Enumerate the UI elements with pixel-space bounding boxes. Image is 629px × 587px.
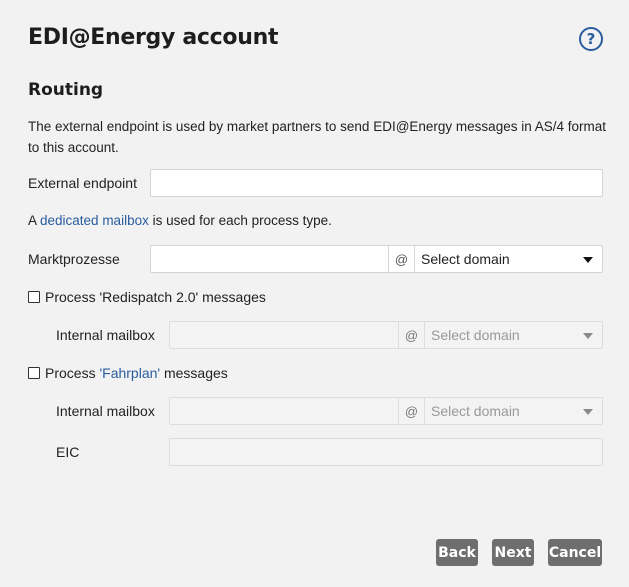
routing-description: The external endpoint is used by market … <box>28 119 606 155</box>
chevron-down-icon <box>583 409 593 415</box>
chevron-down-icon <box>583 257 593 263</box>
redispatch-checkbox[interactable] <box>28 291 40 303</box>
eic-label: EIC <box>56 444 80 460</box>
marktprozesse-domain-value: Select domain <box>421 251 510 267</box>
marktprozesse-at-symbol: @ <box>388 245 415 273</box>
fahrplan-checkbox-suffix: messages <box>163 365 228 381</box>
fahrplan-checkbox-row[interactable]: Process 'Fahrplan' messages <box>28 365 228 381</box>
redispatch-checkbox-label: Process 'Redispatch 2.0' messages <box>45 289 266 305</box>
fahrplan-internal-mailbox-label: Internal mailbox <box>56 403 155 419</box>
fahrplan-internal-mailbox-input[interactable] <box>169 397 399 425</box>
chevron-down-icon <box>583 333 593 339</box>
routing-section-title: Routing <box>28 80 104 100</box>
fahrplan-at-symbol: @ <box>398 397 425 425</box>
fahrplan-domain-value: Select domain <box>431 403 520 419</box>
back-button[interactable]: Back <box>436 539 478 566</box>
marktprozesse-label: Marktprozesse <box>28 251 120 267</box>
redispatch-at-symbol: @ <box>398 321 425 349</box>
next-button[interactable]: Next <box>492 539 534 566</box>
redispatch-internal-mailbox-label: Internal mailbox <box>56 327 155 343</box>
cancel-button[interactable]: Cancel <box>548 539 602 566</box>
redispatch-checkbox-row[interactable]: Process 'Redispatch 2.0' messages <box>28 289 266 305</box>
mailbox-note-suffix: is used for each process type. <box>148 213 332 228</box>
marktprozesse-mailbox-input[interactable] <box>150 245 389 273</box>
marktprozesse-domain-select[interactable]: Select domain <box>414 245 603 273</box>
help-icon[interactable]: ? <box>579 27 603 51</box>
fahrplan-checkbox-prefix: Process <box>45 365 96 381</box>
external-endpoint-input[interactable] <box>150 169 603 197</box>
redispatch-domain-value: Select domain <box>431 327 520 343</box>
redispatch-domain-select[interactable]: Select domain <box>424 321 603 349</box>
dedicated-mailbox-link[interactable]: dedicated mailbox <box>40 213 149 228</box>
eic-input[interactable] <box>169 438 603 466</box>
mailbox-note-prefix: A <box>28 213 41 228</box>
fahrplan-domain-select[interactable]: Select domain <box>424 397 603 425</box>
redispatch-internal-mailbox-input[interactable] <box>169 321 399 349</box>
fahrplan-link[interactable]: 'Fahrplan' <box>99 365 160 381</box>
mailbox-note: A dedicated mailbox is used for each pro… <box>28 213 332 228</box>
external-endpoint-label: External endpoint <box>28 175 137 191</box>
dialog-title: EDI@Energy account <box>28 25 279 50</box>
fahrplan-checkbox[interactable] <box>28 367 40 379</box>
